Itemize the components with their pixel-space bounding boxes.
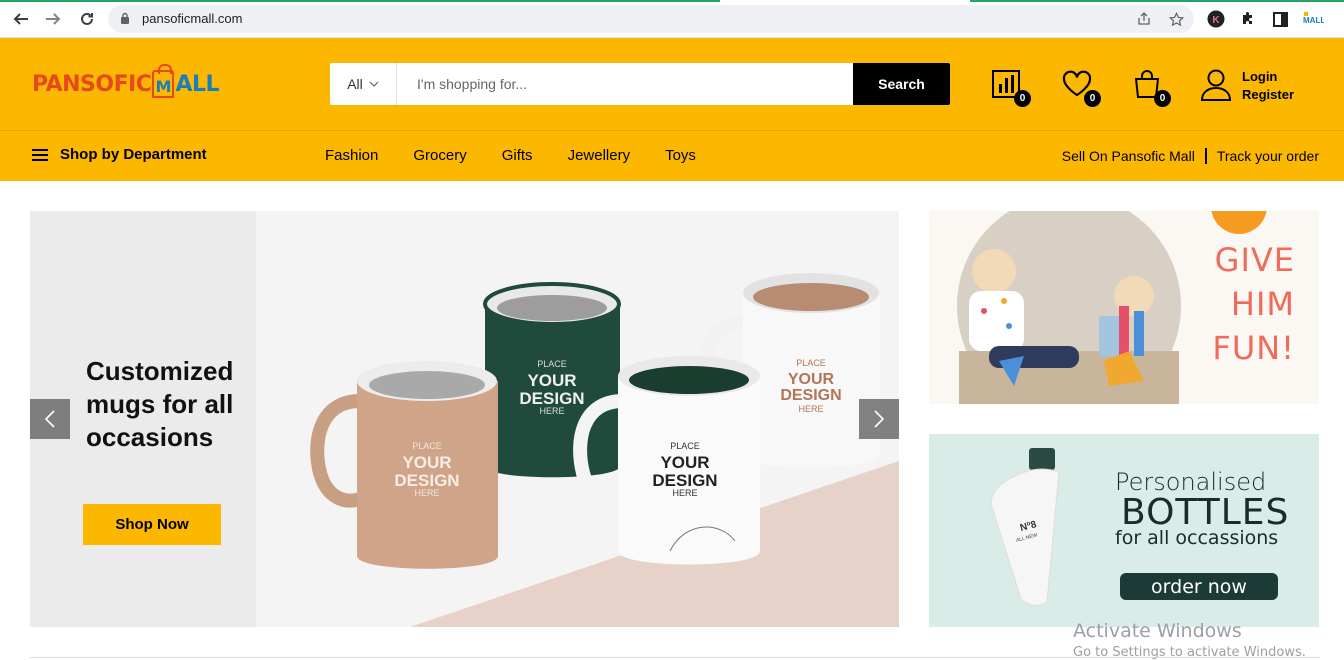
promo-kids-line-1: GIVE <box>1214 241 1295 279</box>
chevron-down-icon <box>369 81 379 87</box>
logo-text-mall: ALL <box>175 71 220 97</box>
nav-item-gifts[interactable]: Gifts <box>502 147 533 164</box>
share-icon[interactable] <box>1136 11 1152 27</box>
nav-item-fashion[interactable]: Fashion <box>325 147 378 164</box>
url-text[interactable]: pansoficmall.com <box>142 11 242 26</box>
lock-icon <box>121 12 129 24</box>
sidebar-icon[interactable] <box>1271 10 1289 28</box>
svg-text:HERE: HERE <box>672 488 697 498</box>
promo-bottles-line-3: for all occassions <box>1115 527 1279 549</box>
track-order-link[interactable]: Track your order <box>1217 148 1319 164</box>
bottle-product-image: Nº8 ALL NEW <box>990 448 1060 606</box>
loading-bar <box>0 0 720 2</box>
compare-button[interactable]: 0 <box>991 68 1031 107</box>
back-icon[interactable] <box>10 8 32 30</box>
svg-text:PLACE: PLACE <box>537 359 567 369</box>
reload-icon[interactable] <box>76 8 98 30</box>
nav-item-grocery[interactable]: Grocery <box>413 147 466 164</box>
chevron-right-icon <box>874 410 885 428</box>
section-divider <box>30 657 1320 658</box>
chevron-left-icon <box>44 410 55 428</box>
search-bar: All Search <box>330 63 950 105</box>
account-area[interactable]: Login Register <box>1200 66 1320 106</box>
cart-count-badge: 0 <box>1154 90 1171 107</box>
svg-text:YOUR: YOUR <box>660 453 709 472</box>
compare-count-badge: 0 <box>1014 90 1031 107</box>
wishlist-button[interactable]: 0 <box>1061 68 1101 107</box>
slider-next-button[interactable] <box>859 399 899 439</box>
cart-button[interactable]: 0 <box>1131 68 1171 107</box>
login-link[interactable]: Login <box>1242 68 1294 86</box>
department-label: Shop by Department <box>60 146 207 163</box>
windows-activation-watermark: Activate Windows Go to Settings to activ… <box>1073 620 1306 660</box>
shop-now-button[interactable]: Shop Now <box>83 504 221 545</box>
svg-text:K: K <box>1212 15 1220 26</box>
svg-text:YOUR: YOUR <box>527 371 576 390</box>
svg-text:DESIGN: DESIGN <box>780 387 841 404</box>
svg-text:HERE: HERE <box>414 488 439 498</box>
nav-item-jewellery[interactable]: Jewellery <box>568 147 631 164</box>
hamburger-menu-icon <box>32 148 48 161</box>
category-menu: Fashion Grocery Gifts Jewellery Toys <box>325 147 731 164</box>
promo-kids-line-2: HIM <box>1230 285 1295 323</box>
site-logo[interactable]: PANSOFIC M ALL <box>32 62 220 106</box>
watermark-title: Activate Windows <box>1073 620 1242 642</box>
order-now-button[interactable]: order now <box>1120 573 1278 600</box>
search-input[interactable] <box>398 63 853 105</box>
svg-text:PLACE: PLACE <box>796 358 826 368</box>
svg-text:YOUR: YOUR <box>402 453 451 472</box>
loading-bar-2 <box>970 0 1344 2</box>
header-links: Sell On Pansofic Mall Track your order <box>1062 148 1319 164</box>
shop-by-department-button[interactable]: Shop by Department <box>32 146 207 163</box>
shopping-bag-icon: M <box>152 64 175 98</box>
link-divider <box>1204 148 1207 164</box>
register-link[interactable]: Register <box>1242 86 1294 104</box>
profile-icon[interactable]: K <box>1207 10 1225 28</box>
hero-headline: Customized mugs for all occasions <box>86 356 234 452</box>
logo-bag-letter: M <box>155 77 172 96</box>
browser-toolbar: pansoficmall.com K MALL <box>0 0 1344 38</box>
site-header: PANSOFIC M ALL All Search 0 0 0 <box>0 38 1344 130</box>
slider-prev-button[interactable] <box>30 399 70 439</box>
promo-banner-toys[interactable]: GIVE HIM FUN! <box>929 211 1319 404</box>
svg-text:YOUR: YOUR <box>788 371 835 388</box>
svg-text:HERE: HERE <box>539 406 564 416</box>
svg-text:PLACE: PLACE <box>670 441 700 451</box>
sell-on-link[interactable]: Sell On Pansofic Mall <box>1062 148 1195 164</box>
search-button[interactable]: Search <box>853 63 950 105</box>
logo-text-pansofic: PANSOFIC <box>32 71 152 97</box>
promo-kids-line-3: FUN! <box>1212 329 1295 367</box>
bookmark-star-icon[interactable] <box>1168 11 1184 27</box>
user-icon <box>1200 69 1232 101</box>
hero-slider: PLACE YOUR DESIGN HERE PLACE YOUR DESIGN… <box>30 211 899 627</box>
svg-text:MALL: MALL <box>1303 16 1324 25</box>
main-navigation: Shop by Department Fashion Grocery Gifts… <box>0 130 1344 181</box>
svg-text:HERE: HERE <box>798 404 823 414</box>
mall-extension-icon[interactable]: MALL <box>1302 10 1324 28</box>
address-bar[interactable]: pansoficmall.com <box>108 5 1194 33</box>
nav-item-toys[interactable]: Toys <box>665 147 696 164</box>
wishlist-count-badge: 0 <box>1084 90 1101 107</box>
extensions-icon[interactable] <box>1239 10 1257 28</box>
svg-text:PLACE: PLACE <box>412 441 442 451</box>
promo-banner-bottles[interactable]: Nº8 ALL NEW Personalised BOTTLES for all… <box>929 434 1319 627</box>
search-category-select[interactable]: All <box>330 63 397 105</box>
forward-icon[interactable] <box>42 8 64 30</box>
search-category-label: All <box>347 76 363 92</box>
